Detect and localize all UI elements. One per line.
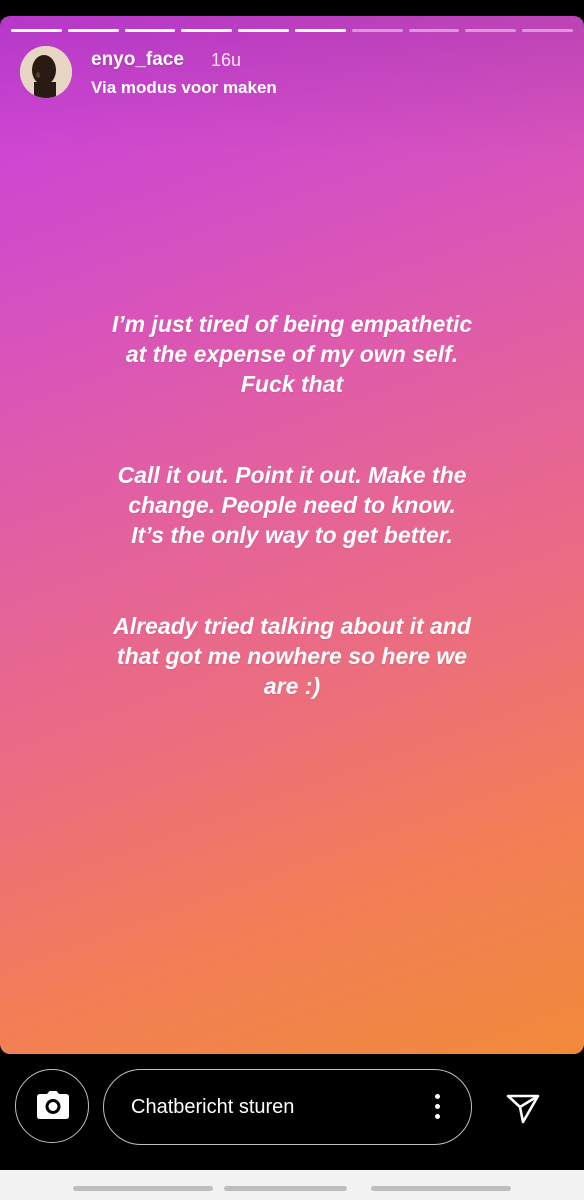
progress-segment [67,29,119,32]
reply-bar: Chatbericht sturen [0,1054,584,1170]
story-header: enyo_face 16u Via modus voor maken [20,46,564,100]
send-icon [506,1094,540,1124]
avatar[interactable] [20,46,72,98]
progress-segment [522,29,573,32]
camera-icon [37,1091,69,1119]
story-text-paragraph-1: I’m just tired of being empathetic at th… [111,311,473,397]
nav-home-button[interactable] [224,1186,347,1191]
story-subtitle[interactable]: Via modus voor maken [91,78,277,98]
system-navigation-bar [0,1170,584,1200]
progress-segment [181,29,233,32]
profile-photo-icon [20,46,72,98]
nav-back-button[interactable] [371,1186,511,1191]
progress-segment [351,29,403,32]
send-button[interactable] [503,1088,543,1128]
progress-segment [408,29,460,32]
nav-recent-button[interactable] [73,1186,213,1191]
message-placeholder: Chatbericht sturen [131,1096,295,1118]
progress-segment [11,29,62,32]
story-progress-bar [11,29,573,32]
camera-button[interactable] [15,1069,89,1143]
progress-segment [124,29,176,32]
username[interactable]: enyo_face [91,49,184,71]
more-vertical-icon[interactable] [433,1094,441,1122]
story-text-paragraph-3: Already tried talking about it and that … [113,613,471,699]
story-timestamp: 16u [211,50,242,70]
progress-segment [465,29,517,32]
progress-segment [294,29,346,32]
story-text-paragraph-2: Call it out. Point it out. Make the chan… [117,462,467,548]
screen: enyo_face 16u Via modus voor maken I’m j… [0,0,584,1200]
progress-segment [238,29,289,32]
message-input[interactable]: Chatbericht sturen [103,1069,472,1145]
story-viewer[interactable]: enyo_face 16u Via modus voor maken I’m j… [0,16,584,1054]
